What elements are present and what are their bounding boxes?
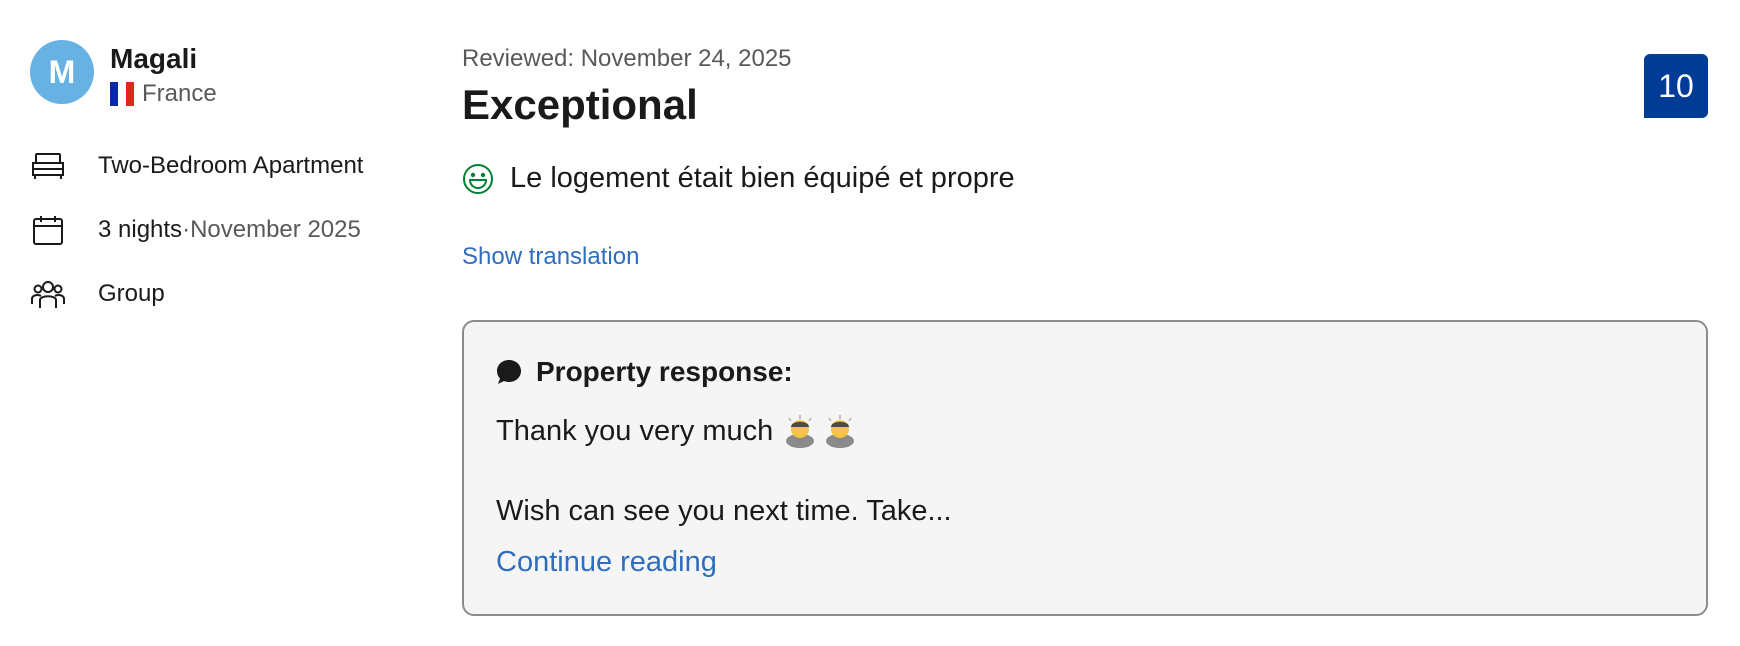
- review-score-badge: 10: [1644, 54, 1708, 118]
- calendar-icon: [30, 212, 66, 248]
- positive-comment-text: Le logement était bien équipé et propre: [510, 162, 1015, 194]
- room-type-row: Two-Bedroom Apartment: [30, 148, 430, 184]
- stay-month-label: November 2025: [190, 216, 361, 243]
- country-label: France: [142, 80, 217, 107]
- reviewer-country: France: [110, 80, 217, 108]
- group-icon: [30, 276, 66, 312]
- positive-comment: Le logement était bien équipé et propre: [462, 162, 1708, 195]
- bowing-person-emoji-icon: [826, 415, 855, 448]
- smiley-icon: [463, 163, 493, 194]
- speech-bubble-icon: [497, 360, 521, 384]
- property-response-header: Property response:: [496, 356, 1674, 388]
- property-response-box: Property response: Thank you very much W…: [462, 320, 1708, 616]
- traveler-type-row: Group: [30, 276, 430, 312]
- avatar: M: [30, 40, 94, 104]
- review-content: Reviewed: November 24, 2025 Exceptional …: [462, 44, 1708, 271]
- response-line-2: Wish can see you next time. Take...: [496, 495, 952, 527]
- room-type-label: Two-Bedroom Apartment: [98, 152, 364, 179]
- reviewer-column: M Magali France Two-Bedroom Apartment 3 …: [30, 40, 430, 340]
- response-line-1: Thank you very much: [496, 414, 1674, 448]
- bowing-person-emoji-icon: [786, 415, 815, 448]
- reviewer-block: M Magali France: [30, 40, 430, 108]
- stay-length-row: 3 nights · November 2025: [30, 212, 430, 248]
- response-text-1: Thank you very much: [496, 415, 774, 447]
- property-response-heading: Property response:: [536, 356, 793, 387]
- reviewer-info: Magali France: [110, 42, 217, 108]
- reviewer-name: Magali: [110, 43, 198, 74]
- separator: ·: [182, 216, 191, 243]
- bed-icon: [30, 148, 66, 184]
- traveler-type-label: Group: [98, 280, 165, 307]
- review-date: Reviewed: November 24, 2025: [462, 45, 792, 72]
- continue-reading-link[interactable]: Continue reading: [496, 546, 717, 579]
- show-translation-link[interactable]: Show translation: [462, 243, 639, 271]
- stay-details: Two-Bedroom Apartment 3 nights · Novembe…: [30, 148, 430, 312]
- france-flag-icon: [110, 82, 134, 106]
- review-title: Exceptional: [462, 81, 698, 128]
- nights-label: 3 nights: [98, 216, 183, 243]
